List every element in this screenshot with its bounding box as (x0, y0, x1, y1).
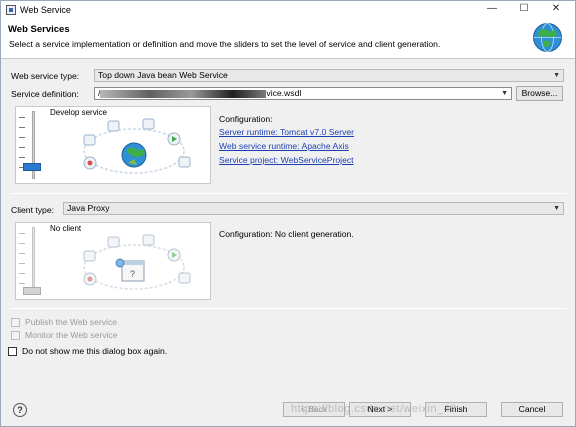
page-heading: Web Services (8, 24, 70, 35)
slider-tick (19, 263, 25, 264)
slider-tick (19, 137, 25, 138)
page-description: Select a service implementation or defin… (9, 39, 441, 49)
chevron-down-icon: ▼ (553, 205, 560, 212)
monitor-checkbox-label: Monitor the Web service (25, 330, 118, 340)
slider-tick (19, 117, 25, 118)
publish-checkbox[interactable]: Publish the Web service (11, 317, 117, 327)
service-level-caption: Develop service (50, 108, 107, 117)
checkbox-box[interactable] (11, 317, 20, 327)
slider-tick (19, 157, 25, 158)
minimize-button[interactable]: — (477, 1, 507, 18)
service-definition-input[interactable]: / vice.wsdl ▼ (94, 87, 512, 100)
web-service-type-label: Web service type: (11, 71, 80, 81)
browse-button[interactable]: Browse... (516, 86, 563, 101)
slider-tick (19, 147, 25, 148)
slider-tick (19, 127, 25, 128)
client-configuration-text: Configuration: No client generation. (219, 229, 354, 239)
web-service-runtime-link[interactable]: Web service runtime: Apache Axis (219, 141, 349, 151)
dont-show-again-label: Do not show me this dialog box again. (22, 346, 168, 356)
slider-tick (19, 243, 25, 244)
client-type-select[interactable]: Java Proxy ▼ (63, 202, 564, 215)
service-diagram: Develop service (48, 107, 210, 183)
redacted-path (100, 89, 267, 98)
service-level-panel: Develop service (15, 106, 211, 184)
section-divider (10, 193, 567, 194)
watermark: https://blog.csdn.net/weixin_42... (291, 403, 468, 415)
server-runtime-link[interactable]: Server runtime: Tomcat v7.0 Server (219, 127, 354, 137)
web-service-type-value: Top down Java bean Web Service (98, 70, 228, 80)
wizard-banner: Web Services Select a service implementa… (1, 18, 575, 59)
service-slider[interactable] (16, 107, 46, 183)
web-service-globe-icon (533, 23, 562, 52)
client-diagram: No client ? (48, 223, 210, 299)
client-lifecycle-graphic: ? (83, 234, 191, 290)
service-project-link[interactable]: Service project: WebServiceProject (219, 155, 354, 165)
chevron-down-icon: ▼ (501, 90, 508, 97)
client-type-value: Java Proxy (67, 203, 110, 213)
slider-tick (19, 253, 25, 254)
service-definition-suffix: vice.wsdl (266, 88, 302, 98)
service-lifecycle-graphic (83, 118, 191, 174)
title-bar: Web Service — ☐ ✕ (1, 1, 575, 18)
client-type-label: Client type: (11, 205, 54, 215)
slider-tick (19, 273, 25, 274)
checkbox-box[interactable] (11, 330, 20, 340)
slider-tick (19, 233, 25, 234)
client-level-caption: No client (50, 224, 82, 233)
web-service-type-select[interactable]: Top down Java bean Web Service ▼ (94, 69, 564, 82)
web-service-dialog: Web Service — ☐ ✕ Web Services Select a … (0, 0, 576, 427)
monitor-checkbox[interactable]: Monitor the Web service (11, 330, 118, 340)
client-level-panel: No client ? (15, 222, 211, 300)
chevron-down-icon: ▼ (553, 72, 560, 79)
section-divider (10, 308, 567, 309)
slider-tick (19, 283, 25, 284)
help-icon[interactable]: ? (13, 403, 27, 417)
checkbox-box[interactable] (8, 346, 17, 356)
maximize-button[interactable]: ☐ (509, 1, 539, 18)
cancel-button[interactable]: Cancel (501, 402, 563, 417)
client-slider[interactable] (16, 223, 46, 299)
client-slider-track[interactable] (32, 227, 35, 295)
service-configuration-title: Configuration: (219, 114, 273, 124)
window-title: Web Service (20, 4, 71, 15)
svg-text:?: ? (130, 269, 135, 279)
service-definition-label: Service definition: (11, 89, 79, 99)
service-slider-thumb[interactable] (23, 163, 41, 171)
dialog-footer: ? < Back Next > Finish Cancel (1, 392, 575, 426)
publish-checkbox-label: Publish the Web service (25, 317, 118, 327)
app-icon (6, 4, 16, 15)
client-slider-thumb[interactable] (23, 287, 41, 295)
dont-show-again-checkbox[interactable]: Do not show me this dialog box again. (8, 346, 167, 356)
close-button[interactable]: ✕ (541, 1, 571, 18)
